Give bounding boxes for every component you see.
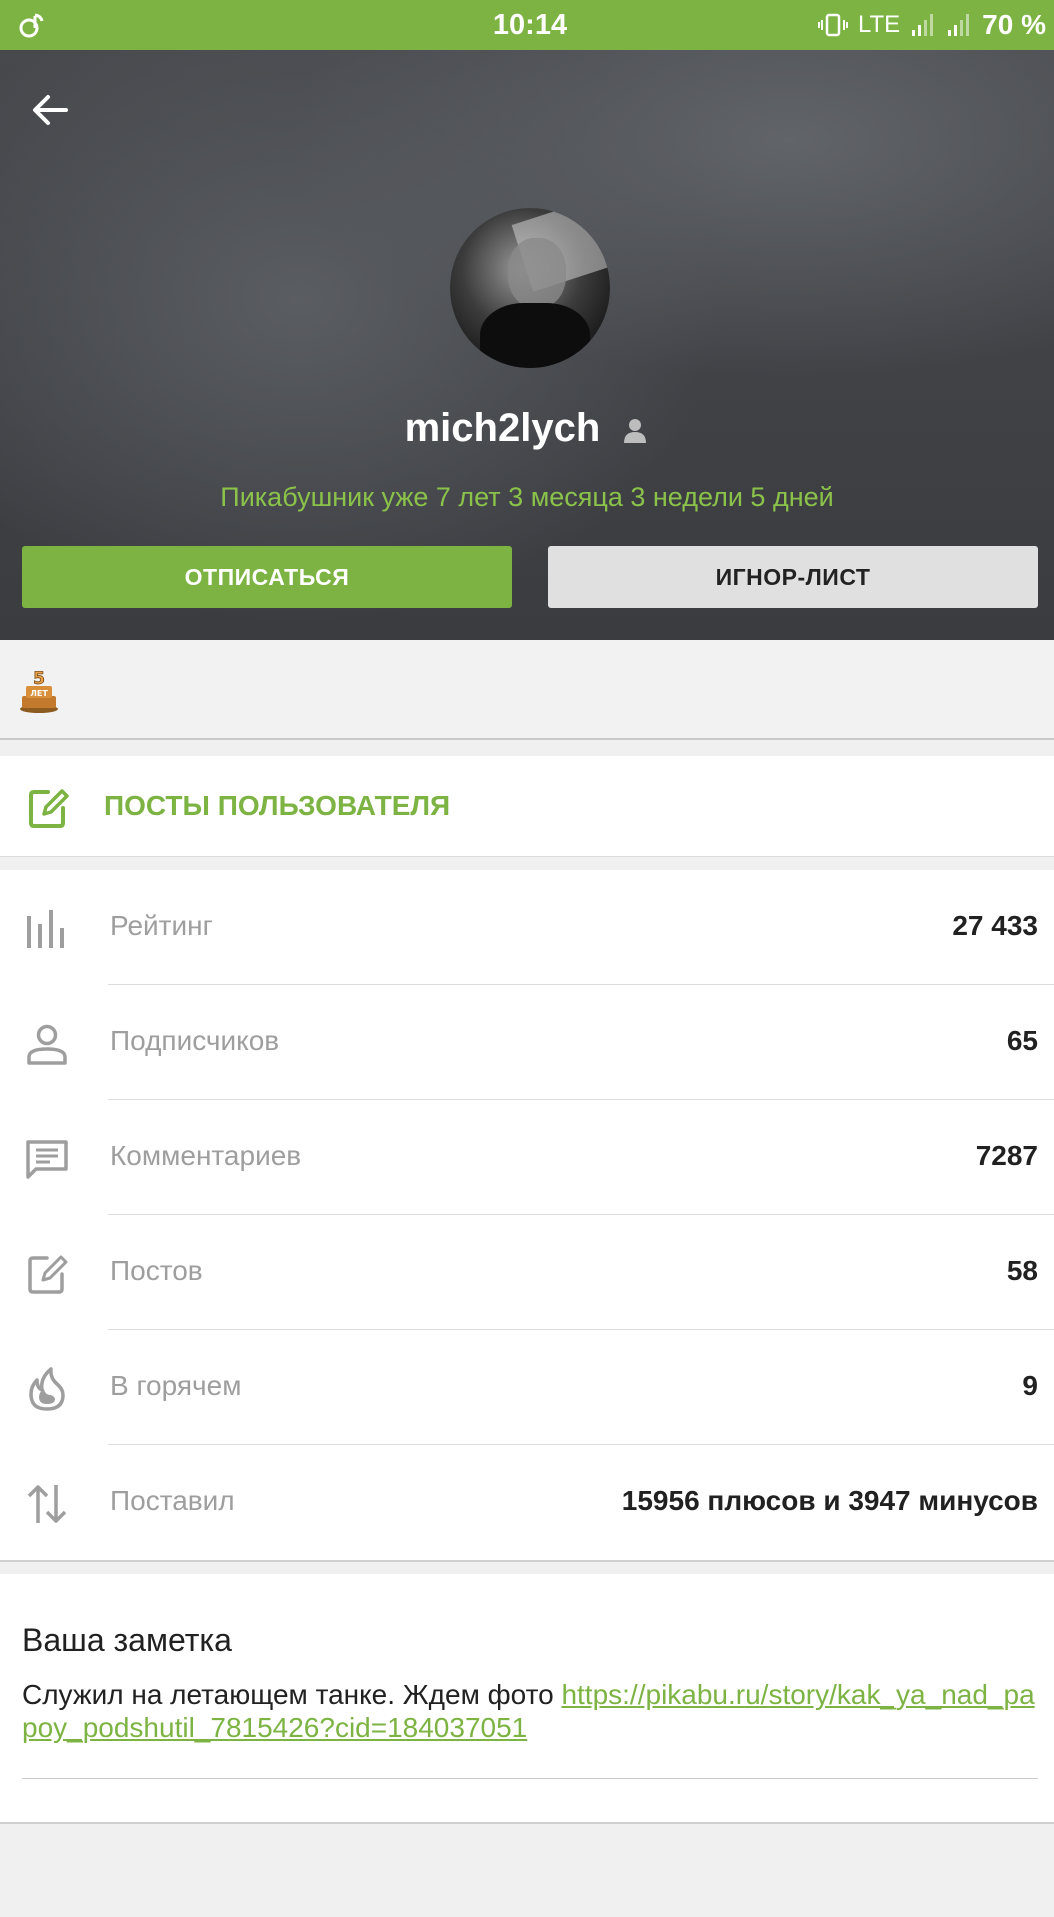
profile-header: mich2lych Пикабушник уже 7 лет 3 месяца … (0, 50, 1054, 640)
note-title: Ваша заметка (22, 1622, 232, 1658)
edit-icon (28, 1255, 68, 1294)
stat-value: 65 (1006, 1025, 1038, 1056)
note-text: Служил на летающем танке. Ждем фото http… (22, 1678, 1038, 1744)
note-divider (22, 1778, 1038, 1779)
vibrate-icon (817, 13, 848, 37)
svg-text:ЛЕТ: ЛЕТ (30, 689, 48, 698)
rating-bars-icon (27, 910, 64, 948)
person-icon (27, 1024, 67, 1065)
svg-text:5: 5 (33, 669, 45, 689)
user-gender-icon (624, 419, 647, 444)
signal-icon (912, 14, 934, 36)
stat-posts: Постов 58 (0, 1215, 1054, 1330)
tenure-text: Пикабушник уже 7 лет 3 месяца 3 недели 5… (220, 482, 834, 512)
note-body: Служил на летающем танке. Ждем фото (22, 1679, 562, 1710)
stat-votes: Поставил 15956 плюсов и 3947 минусов (0, 1445, 1054, 1560)
stats-list: Рейтинг 27 433 Подписчиков 65 Комментари… (0, 870, 1054, 1562)
five-years-award-icon[interactable]: 5 ЛЕТ (18, 666, 60, 714)
ignore-list-button[interactable]: ИГНОР-ЛИСТ (548, 546, 1038, 608)
username-row: mich2lych (0, 406, 1054, 451)
sort-arrows-icon (27, 1485, 67, 1523)
flame-icon (29, 1367, 65, 1411)
back-arrow-icon[interactable] (26, 86, 74, 134)
stat-hot: В горячем 9 (0, 1330, 1054, 1445)
stat-value: 58 (1006, 1255, 1038, 1286)
user-note-card[interactable]: Ваша заметка Служил на летающем танке. Ж… (0, 1574, 1054, 1824)
signal-icon (948, 14, 970, 36)
stat-value: 9 (1022, 1370, 1038, 1401)
stat-label: Рейтинг (110, 910, 213, 941)
comment-icon (26, 1140, 68, 1179)
stat-subscribers: Подписчиков 65 (0, 985, 1054, 1100)
stat-value: 27 433 (952, 910, 1038, 941)
awards-strip: 5 ЛЕТ (0, 640, 1054, 740)
edit-icon (29, 789, 69, 828)
stat-label: Поставил (110, 1485, 235, 1516)
stat-label: Постов (110, 1255, 203, 1286)
stat-label: В горячем (110, 1370, 242, 1401)
battery-level: 70 % (982, 9, 1046, 40)
user-posts-link[interactable]: ПОСТЫ ПОЛЬЗОВАТЕЛЯ (0, 756, 1054, 857)
username: mich2lych (404, 406, 601, 450)
unsubscribe-button[interactable]: ОТПИСАТЬСЯ (22, 546, 512, 608)
stat-label: Подписчиков (110, 1025, 280, 1056)
stat-label: Комментариев (110, 1140, 302, 1171)
stat-value: 15956 плюсов и 3947 минусов (621, 1485, 1038, 1516)
stat-rating: Рейтинг 27 433 (0, 870, 1054, 985)
stat-comments: Комментариев 7287 (0, 1100, 1054, 1215)
status-bar: 10:14 LTE 70 % (0, 0, 1054, 50)
user-posts-label: ПОСТЫ ПОЛЬЗОВАТЕЛЯ (104, 790, 451, 821)
avatar[interactable] (450, 208, 610, 368)
network-type: LTE (857, 11, 901, 38)
stat-value: 7287 (975, 1140, 1038, 1171)
